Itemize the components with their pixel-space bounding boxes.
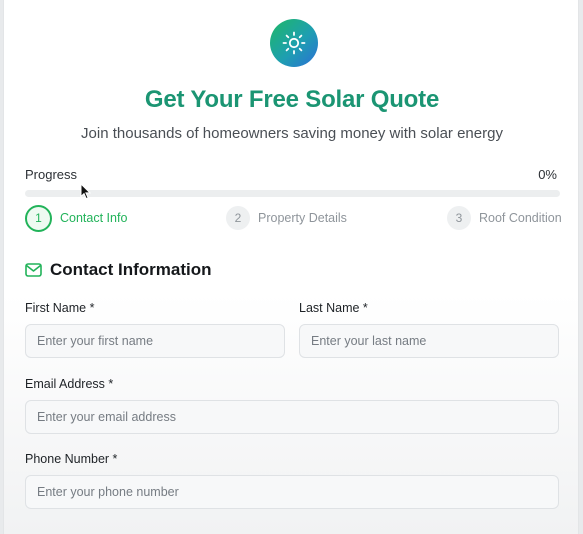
step-number: 2: [226, 206, 250, 230]
step-number: 3: [447, 206, 471, 230]
quote-form-card: Get Your Free Solar Quote Join thousands…: [3, 0, 579, 534]
last-name-label: Last Name *: [299, 301, 368, 315]
first-name-label: First Name *: [25, 301, 95, 315]
step-label: Roof Condition: [479, 211, 562, 225]
progress-label: Progress: [25, 167, 78, 182]
phone-label: Phone Number *: [25, 452, 118, 466]
sun-icon: [282, 31, 306, 55]
step-number: 1: [25, 204, 52, 232]
mouse-cursor-icon: [80, 183, 92, 200]
step-label: Contact Info: [60, 211, 128, 225]
mail-icon: [25, 263, 42, 277]
email-input[interactable]: [25, 400, 559, 434]
step-roof-condition[interactable]: 3 Roof Condition: [447, 204, 562, 232]
first-name-input[interactable]: [25, 324, 285, 358]
step-property-details[interactable]: 2 Property Details: [226, 204, 347, 232]
step-label: Property Details: [258, 211, 347, 225]
step-contact-info[interactable]: 1 Contact Info: [25, 204, 127, 232]
last-name-input[interactable]: [299, 324, 559, 358]
progress-percent: 0%: [538, 167, 557, 182]
page-title: Get Your Free Solar Quote: [144, 86, 440, 113]
progress-bar: [25, 190, 560, 197]
section-header: Contact Information: [25, 260, 212, 280]
page-subtitle: Join thousands of homeowners saving mone…: [81, 125, 503, 142]
logo-badge: [270, 19, 318, 67]
section-title: Contact Information: [50, 260, 212, 279]
phone-input[interactable]: [25, 475, 559, 509]
email-label: Email Address *: [25, 377, 114, 391]
